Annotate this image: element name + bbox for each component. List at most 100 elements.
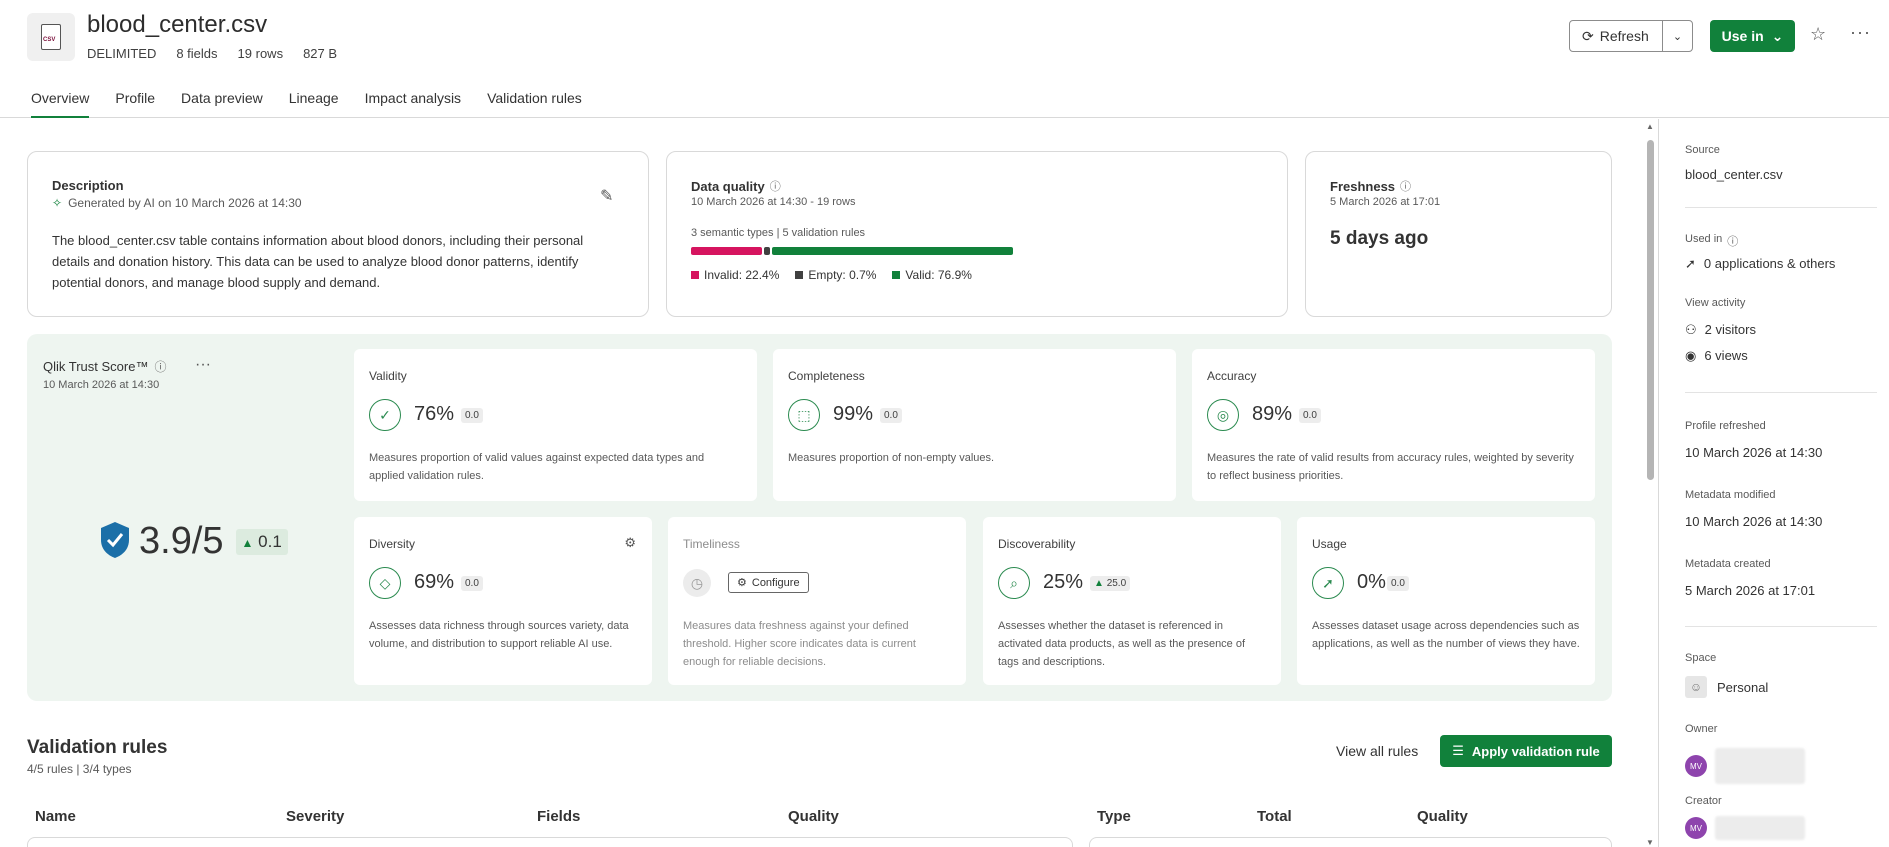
info-icon[interactable]: ⓘ [770, 178, 781, 194]
use-in-button[interactable]: Use in ⌄ [1710, 20, 1795, 52]
view-all-rules-link[interactable]: View all rules [1336, 743, 1418, 759]
scrollbar-thumb[interactable] [1647, 140, 1654, 480]
rules-col-fields[interactable]: Fields [537, 808, 580, 825]
refresh-button[interactable]: ⟳ Refresh [1570, 21, 1663, 51]
file-size: 827 B [303, 46, 338, 61]
eye-icon: ◉ [1685, 348, 1697, 363]
tab-profile[interactable]: Profile [115, 90, 155, 118]
rules-col-quality[interactable]: Quality [788, 808, 839, 825]
target-icon: ◎ [1207, 399, 1239, 431]
divider [1685, 207, 1877, 208]
edit-description-icon[interactable]: ✎ [600, 186, 613, 206]
sparkle-icon: ✧ [52, 196, 63, 210]
field-count: 8 fields [176, 46, 218, 61]
owner-avatar[interactable]: MV [1685, 748, 1805, 784]
help-icon[interactable]: ⓘ [154, 358, 166, 375]
search-icon: ⌕ [998, 567, 1030, 599]
tab-overview[interactable]: Overview [31, 90, 90, 118]
space-value: ☺ Personal [1685, 676, 1768, 698]
scroll-up-arrow-icon[interactable]: ▲ [1646, 122, 1654, 131]
accuracy-card[interactable]: Accuracy ◎ 89% 0.0 Measures the rate of … [1192, 349, 1595, 501]
dashed-square-icon: ⬚ [788, 399, 820, 431]
tab-data-preview[interactable]: Data preview [181, 90, 263, 118]
metadata-modified-value: 10 March 2026 at 14:30 [1685, 514, 1823, 529]
apply-validation-rule-button[interactable]: ☰ Apply validation rule [1440, 735, 1612, 767]
types-col-type[interactable]: Type [1097, 808, 1131, 825]
metadata-created-value: 5 March 2026 at 17:01 [1685, 583, 1816, 598]
rules-col-name[interactable]: Name [35, 808, 76, 825]
diversity-card[interactable]: Diversity ⚙ ◇ 69% 0.0 Assesses data rich… [354, 517, 652, 685]
data-quality-title-row: Data quality ⓘ [691, 178, 781, 194]
csv-file-icon: CSV [27, 13, 75, 61]
tab-impact-analysis[interactable]: Impact analysis [365, 90, 461, 118]
validity-card[interactable]: Validity ✓ 76% 0.0 Measures proportion o… [354, 349, 757, 501]
completeness-card[interactable]: Completeness ⬚ 99% 0.0 Measures proporti… [773, 349, 1176, 501]
description-title: Description [52, 178, 124, 193]
creator-avatar[interactable]: MV [1685, 816, 1805, 840]
tab-bar: Overview Profile Data preview Lineage Im… [31, 90, 608, 118]
validation-rules-subtitle: 4/5 rules | 3/4 types [27, 762, 132, 776]
rules-col-severity[interactable]: Severity [286, 808, 344, 825]
rocket-icon: ➚ [1312, 567, 1344, 599]
dataset-type: DELIMITED [87, 46, 157, 61]
validity-delta: 0.0 [461, 408, 483, 423]
types-col-total[interactable]: Total [1257, 808, 1292, 825]
view-activity-label: View activity [1685, 297, 1746, 309]
scroll-down-arrow-icon[interactable]: ▼ [1646, 838, 1654, 847]
types-table-top-border [1089, 837, 1612, 847]
users-icon: ⚇ [1685, 322, 1697, 337]
metadata-created-label: Metadata created [1685, 558, 1771, 570]
quality-bar-invalid [691, 247, 763, 255]
tab-validation-rules[interactable]: Validation rules [487, 90, 582, 118]
more-options-icon[interactable]: ··· [1850, 22, 1871, 43]
used-in-label: Used in ⓘ [1685, 233, 1739, 249]
valid-legend-swatch [892, 271, 901, 279]
usage-delta: 0.0 [1387, 576, 1409, 591]
completeness-delta: 0.0 [880, 408, 902, 423]
page-header: CSV blood_center.csv DELIMITED 8 fields … [0, 0, 1889, 118]
validation-rules-title: Validation rules [27, 737, 168, 758]
shapes-icon: ◇ [369, 567, 401, 599]
metadata-modified-label: Metadata modified [1685, 489, 1776, 501]
data-quality-subtitle: 10 March 2026 at 14:30 - 19 rows [691, 196, 856, 208]
space-label: Space [1685, 652, 1717, 664]
configure-button[interactable]: ⚙ Configure [728, 572, 809, 593]
check-icon: ✓ [369, 399, 401, 431]
info-icon[interactable]: ⓘ [1400, 178, 1411, 194]
favorite-star-icon[interactable]: ☆ [1810, 24, 1826, 45]
info-icon[interactable]: ⓘ [1727, 233, 1738, 249]
accuracy-delta: 0.0 [1299, 408, 1321, 423]
rule-list-icon: ☰ [1452, 743, 1464, 758]
quality-bar-empty [764, 247, 771, 255]
discoverability-card[interactable]: Discoverability ⌕ 25% ▲ 25.0 Assesses wh… [983, 517, 1281, 685]
settings-sliders-icon[interactable]: ⚙ [624, 535, 636, 551]
used-in-value: ➚ 0 applications & others [1685, 256, 1836, 271]
trust-score-panel: Qlik Trust Score™ ⓘ ··· 10 March 2026 at… [27, 334, 1612, 701]
source-label: Source [1685, 144, 1720, 156]
types-col-quality[interactable]: Quality [1417, 808, 1468, 825]
quality-bar-valid [772, 247, 1013, 255]
refresh-options-chevron-icon[interactable]: ⌄ [1663, 30, 1692, 43]
tab-lineage[interactable]: Lineage [289, 90, 339, 118]
trust-score-title-row: Qlik Trust Score™ ⓘ [43, 358, 167, 375]
source-value: blood_center.csv [1685, 167, 1783, 182]
refresh-button-group: ⟳ Refresh ⌄ [1569, 20, 1693, 52]
trust-score-date: 10 March 2026 at 14:30 [43, 379, 160, 391]
page-title: blood_center.csv [87, 11, 268, 38]
timeliness-card[interactable]: Timeliness ◷ ⚙ Configure Measures data fr… [668, 517, 966, 685]
description-card: Description ✧ Generated by AI on 10 Marc… [27, 151, 649, 317]
views-value: ◉ 6 views [1685, 348, 1748, 363]
main-scrollbar[interactable]: ▲ ▼ [1645, 122, 1655, 847]
trust-score-display: 3.9/5 ▲ 0.1 [99, 520, 288, 563]
divider [1685, 626, 1877, 627]
freshness-card: Freshness ⓘ 5 March 2026 at 17:01 5 days… [1305, 151, 1612, 317]
trust-score-more-icon[interactable]: ··· [195, 356, 211, 374]
owner-name-blurred [1715, 748, 1805, 784]
usage-card[interactable]: Usage ➚ 0% 0.0 Assesses dataset usage ac… [1297, 517, 1595, 685]
quality-legend: Invalid: 22.4% Empty: 0.7% Valid: 76.9% [691, 268, 972, 282]
arrow-up-icon: ▲ [241, 535, 254, 550]
valid-legend-label: Valid: 76.9% [905, 268, 972, 282]
invalid-legend-swatch [691, 271, 699, 279]
creator-name-blurred [1715, 816, 1805, 840]
creator-label: Creator [1685, 795, 1722, 807]
